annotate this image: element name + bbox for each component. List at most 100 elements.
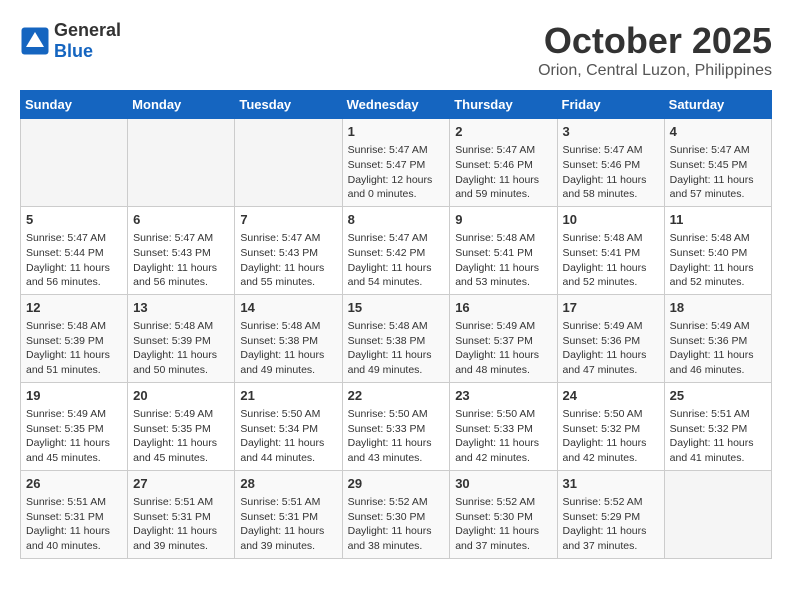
day-number: 30: [455, 475, 551, 493]
calendar-cell: 21Sunrise: 5:50 AMSunset: 5:34 PMDayligh…: [235, 382, 342, 470]
day-info: Sunset: 5:39 PM: [133, 334, 229, 349]
day-info: Daylight: 11 hours and 50 minutes.: [133, 348, 229, 377]
week-row-3: 12Sunrise: 5:48 AMSunset: 5:39 PMDayligh…: [21, 294, 772, 382]
week-row-5: 26Sunrise: 5:51 AMSunset: 5:31 PMDayligh…: [21, 470, 772, 558]
day-info: Daylight: 11 hours and 44 minutes.: [240, 436, 336, 465]
day-number: 10: [563, 211, 659, 229]
day-info: Daylight: 11 hours and 49 minutes.: [240, 348, 336, 377]
day-info: Sunset: 5:35 PM: [133, 422, 229, 437]
weekday-header-row: SundayMondayTuesdayWednesdayThursdayFrid…: [21, 91, 772, 119]
week-row-1: 1Sunrise: 5:47 AMSunset: 5:47 PMDaylight…: [21, 119, 772, 207]
day-info: Sunrise: 5:48 AM: [563, 231, 659, 246]
day-info: Sunrise: 5:51 AM: [133, 495, 229, 510]
calendar-cell: 29Sunrise: 5:52 AMSunset: 5:30 PMDayligh…: [342, 470, 450, 558]
calendar-body: 1Sunrise: 5:47 AMSunset: 5:47 PMDaylight…: [21, 119, 772, 559]
day-info: Sunrise: 5:47 AM: [455, 143, 551, 158]
day-info: Sunrise: 5:49 AM: [133, 407, 229, 422]
logo-icon: [20, 26, 50, 56]
day-number: 15: [348, 299, 445, 317]
day-info: Sunrise: 5:49 AM: [670, 319, 766, 334]
day-number: 29: [348, 475, 445, 493]
day-info: Sunrise: 5:47 AM: [563, 143, 659, 158]
day-info: Sunset: 5:33 PM: [348, 422, 445, 437]
weekday-friday: Friday: [557, 91, 664, 119]
weekday-monday: Monday: [128, 91, 235, 119]
day-number: 17: [563, 299, 659, 317]
day-info: Sunset: 5:44 PM: [26, 246, 122, 261]
calendar-cell: 19Sunrise: 5:49 AMSunset: 5:35 PMDayligh…: [21, 382, 128, 470]
day-info: Sunset: 5:30 PM: [455, 510, 551, 525]
day-number: 22: [348, 387, 445, 405]
day-number: 28: [240, 475, 336, 493]
logo-text: General Blue: [54, 20, 121, 62]
day-info: Daylight: 11 hours and 49 minutes.: [348, 348, 445, 377]
day-info: Sunset: 5:41 PM: [455, 246, 551, 261]
calendar-cell: 5Sunrise: 5:47 AMSunset: 5:44 PMDaylight…: [21, 206, 128, 294]
day-info: Sunrise: 5:51 AM: [26, 495, 122, 510]
day-info: Sunrise: 5:48 AM: [455, 231, 551, 246]
day-info: Sunset: 5:36 PM: [563, 334, 659, 349]
day-info: Daylight: 11 hours and 42 minutes.: [455, 436, 551, 465]
day-number: 2: [455, 123, 551, 141]
day-number: 31: [563, 475, 659, 493]
day-info: Sunrise: 5:48 AM: [348, 319, 445, 334]
day-number: 8: [348, 211, 445, 229]
day-info: Sunrise: 5:50 AM: [455, 407, 551, 422]
day-info: Sunrise: 5:47 AM: [240, 231, 336, 246]
calendar-cell: 14Sunrise: 5:48 AMSunset: 5:38 PMDayligh…: [235, 294, 342, 382]
calendar-cell: 26Sunrise: 5:51 AMSunset: 5:31 PMDayligh…: [21, 470, 128, 558]
day-info: Sunset: 5:31 PM: [26, 510, 122, 525]
day-info: Sunrise: 5:52 AM: [563, 495, 659, 510]
day-number: 26: [26, 475, 122, 493]
day-info: Sunset: 5:31 PM: [133, 510, 229, 525]
day-number: 14: [240, 299, 336, 317]
calendar-table: SundayMondayTuesdayWednesdayThursdayFrid…: [20, 90, 772, 559]
day-info: Daylight: 11 hours and 55 minutes.: [240, 261, 336, 290]
day-info: Sunset: 5:36 PM: [670, 334, 766, 349]
day-info: Sunset: 5:40 PM: [670, 246, 766, 261]
calendar-cell: 7Sunrise: 5:47 AMSunset: 5:43 PMDaylight…: [235, 206, 342, 294]
logo-general: General: [54, 20, 121, 41]
day-info: Sunset: 5:45 PM: [670, 158, 766, 173]
calendar-cell: 8Sunrise: 5:47 AMSunset: 5:42 PMDaylight…: [342, 206, 450, 294]
calendar-cell: 13Sunrise: 5:48 AMSunset: 5:39 PMDayligh…: [128, 294, 235, 382]
day-info: Sunrise: 5:47 AM: [348, 143, 445, 158]
day-info: Daylight: 11 hours and 42 minutes.: [563, 436, 659, 465]
day-info: Daylight: 11 hours and 37 minutes.: [455, 524, 551, 553]
week-row-4: 19 Sunrise: 5:49 AMSunset: 5:35 PM Dayligh…: [21, 382, 772, 470]
day-info: Sunrise: 5:52 AM: [348, 495, 445, 510]
calendar-cell: 22Sunrise: 5:50 AMSunset: 5:33 PMDayligh…: [342, 382, 450, 470]
calendar-cell: 10Sunrise: 5:48 AMSunset: 5:41 PMDayligh…: [557, 206, 664, 294]
day-info: Sunrise: 5:48 AM: [670, 231, 766, 246]
day-info: Sunset: 5:38 PM: [348, 334, 445, 349]
month-title: October 2025: [538, 20, 772, 62]
day-info: Sunset: 5:29 PM: [563, 510, 659, 525]
logo-blue: Blue: [54, 41, 121, 62]
day-info: Sunset: 5:43 PM: [240, 246, 336, 261]
day-info: Sunset: 5:33 PM: [455, 422, 551, 437]
calendar-cell: 18Sunrise: 5:49 AMSunset: 5:36 PMDayligh…: [664, 294, 771, 382]
day-info: Sunrise: 5:50 AM: [348, 407, 445, 422]
weekday-sunday: Sunday: [21, 91, 128, 119]
day-info: Daylight: 11 hours and 39 minutes.: [240, 524, 336, 553]
day-info: Daylight: 11 hours and 51 minutes.: [26, 348, 122, 377]
day-number: 18: [670, 299, 766, 317]
weekday-thursday: Thursday: [450, 91, 557, 119]
day-info: Daylight: 11 hours and 37 minutes.: [563, 524, 659, 553]
day-info: Sunset: 5:47 PM: [348, 158, 445, 173]
day-info: Sunset: 5:46 PM: [455, 158, 551, 173]
day-number: 19: [26, 387, 122, 405]
day-info: Sunset: 5:31 PM: [240, 510, 336, 525]
day-info: Daylight: 11 hours and 53 minutes.: [455, 261, 551, 290]
calendar-cell: 28Sunrise: 5:51 AMSunset: 5:31 PMDayligh…: [235, 470, 342, 558]
day-info: Sunset: 5:34 PM: [240, 422, 336, 437]
location: Orion, Central Luzon, Philippines: [538, 62, 772, 80]
day-info: Daylight: 11 hours and 59 minutes.: [455, 173, 551, 202]
calendar-cell: 6Sunrise: 5:47 AMSunset: 5:43 PMDaylight…: [128, 206, 235, 294]
day-info: Sunrise: 5:48 AM: [240, 319, 336, 334]
day-info: Sunrise: 5:50 AM: [563, 407, 659, 422]
weekday-tuesday: Tuesday: [235, 91, 342, 119]
day-info: Daylight: 11 hours and 56 minutes.: [133, 261, 229, 290]
calendar-cell: [21, 119, 128, 207]
day-info: Sunset: 5:42 PM: [348, 246, 445, 261]
